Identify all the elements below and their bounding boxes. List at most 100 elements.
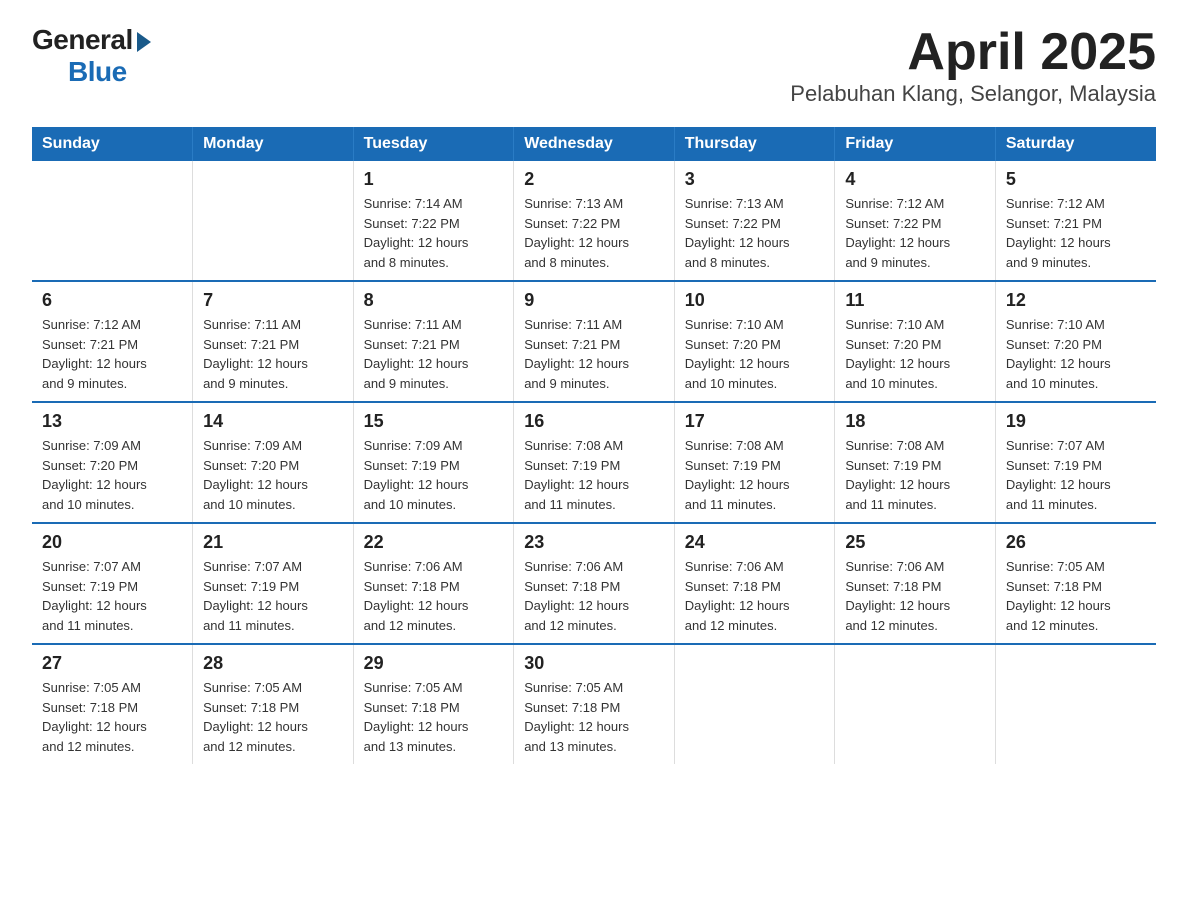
day-cell: 13 Sunrise: 7:09 AMSunset: 7:20 PMDayligh… [32,402,193,523]
column-header-thursday: Thursday [674,127,835,161]
day-info: Sunrise: 7:07 AMSunset: 7:19 PMDaylight:… [1006,436,1146,514]
day-cell: 6Sunrise: 7:12 AMSunset: 7:21 PMDaylight… [32,281,193,402]
day-cell: 11 Sunrise: 7:10 AMSunset: 7:20 PMDayligh… [835,281,996,402]
day-info: Sunrise: 7:11 AMSunset: 7:21 PMDaylight:… [203,315,343,393]
day-cell: 17 Sunrise: 7:08 AMSunset: 7:19 PMDayligh… [674,402,835,523]
day-cell: 1Sunrise: 7:14 AMSunset: 7:22 PMDaylight… [353,161,514,281]
day-info: Sunrise: 7:09 AMSunset: 7:19 PMDaylight:… [364,436,504,514]
day-cell: 7 Sunrise: 7:11 AMSunset: 7:21 PMDaylight… [193,281,354,402]
day-cell: 18 Sunrise: 7:08 AMSunset: 7:19 PMDayligh… [835,402,996,523]
day-cell: 30Sunrise: 7:05 AMSunset: 7:18 PMDayligh… [514,644,675,764]
day-cell: 14 Sunrise: 7:09 AMSunset: 7:20 PMDayligh… [193,402,354,523]
day-info: Sunrise: 7:12 AMSunset: 7:21 PMDaylight:… [1006,194,1146,272]
day-info: Sunrise: 7:08 AMSunset: 7:19 PMDaylight:… [685,436,825,514]
day-number: 16 [524,411,664,432]
column-header-sunday: Sunday [32,127,193,161]
day-info: Sunrise: 7:13 AMSunset: 7:22 PMDaylight:… [685,194,825,272]
day-number: 17 [685,411,825,432]
day-number: 10 [685,290,825,311]
day-info: Sunrise: 7:06 AMSunset: 7:18 PMDaylight:… [524,557,664,635]
day-number: 7 [203,290,343,311]
day-cell: 23 Sunrise: 7:06 AMSunset: 7:18 PMDayligh… [514,523,675,644]
page-subtitle: Pelabuhan Klang, Selangor, Malaysia [790,81,1156,107]
day-info: Sunrise: 7:06 AMSunset: 7:18 PMDaylight:… [364,557,504,635]
day-number: 14 [203,411,343,432]
day-number: 27 [42,653,182,674]
week-row-1: 1Sunrise: 7:14 AMSunset: 7:22 PMDaylight… [32,161,1156,281]
logo: General Blue [32,24,151,88]
day-number: 21 [203,532,343,553]
day-cell: 9 Sunrise: 7:11 AMSunset: 7:21 PMDaylight… [514,281,675,402]
day-cell: 10 Sunrise: 7:10 AMSunset: 7:20 PMDayligh… [674,281,835,402]
column-header-tuesday: Tuesday [353,127,514,161]
day-number: 20 [42,532,182,553]
calendar-header: SundayMondayTuesdayWednesdayThursdayFrid… [32,127,1156,161]
day-info: Sunrise: 7:11 AMSunset: 7:21 PMDaylight:… [364,315,504,393]
day-info: Sunrise: 7:06 AMSunset: 7:18 PMDaylight:… [845,557,985,635]
week-row-4: 20 Sunrise: 7:07 AMSunset: 7:19 PMDayligh… [32,523,1156,644]
day-info: Sunrise: 7:05 AMSunset: 7:18 PMDaylight:… [203,678,343,756]
day-cell: 2 Sunrise: 7:13 AMSunset: 7:22 PMDaylight… [514,161,675,281]
day-cell: 20Sunrise: 7:07 AMSunset: 7:19 PMDayligh… [32,523,193,644]
calendar-body: 1Sunrise: 7:14 AMSunset: 7:22 PMDaylight… [32,161,1156,764]
day-info: Sunrise: 7:10 AMSunset: 7:20 PMDaylight:… [685,315,825,393]
day-number: 2 [524,169,664,190]
day-number: 3 [685,169,825,190]
day-cell: 24 Sunrise: 7:06 AMSunset: 7:18 PMDayligh… [674,523,835,644]
day-cell: 12 Sunrise: 7:10 AMSunset: 7:20 PMDayligh… [995,281,1156,402]
day-number: 12 [1006,290,1146,311]
day-cell: 8 Sunrise: 7:11 AMSunset: 7:21 PMDaylight… [353,281,514,402]
day-info: Sunrise: 7:05 AMSunset: 7:18 PMDaylight:… [1006,557,1146,635]
day-number: 13 [42,411,182,432]
day-cell: 26 Sunrise: 7:05 AMSunset: 7:18 PMDayligh… [995,523,1156,644]
day-cell: 15 Sunrise: 7:09 AMSunset: 7:19 PMDayligh… [353,402,514,523]
day-number: 18 [845,411,985,432]
logo-blue-text: Blue [68,56,127,88]
column-header-wednesday: Wednesday [514,127,675,161]
day-cell: 21 Sunrise: 7:07 AMSunset: 7:19 PMDayligh… [193,523,354,644]
day-cell [835,644,996,764]
day-number: 8 [364,290,504,311]
day-info: Sunrise: 7:12 AMSunset: 7:21 PMDaylight:… [42,315,182,393]
day-number: 11 [845,290,985,311]
day-number: 9 [524,290,664,311]
day-number: 15 [364,411,504,432]
day-cell: 16Sunrise: 7:08 AMSunset: 7:19 PMDayligh… [514,402,675,523]
day-cell: 27Sunrise: 7:05 AMSunset: 7:18 PMDayligh… [32,644,193,764]
day-number: 23 [524,532,664,553]
day-number: 24 [685,532,825,553]
day-info: Sunrise: 7:13 AMSunset: 7:22 PMDaylight:… [524,194,664,272]
week-row-5: 27 Sunrise: 7:05 AMSunset: 7:18 PMDayligh… [32,644,1156,764]
day-info: Sunrise: 7:10 AMSunset: 7:20 PMDaylight:… [845,315,985,393]
day-number: 29 [364,653,504,674]
day-info: Sunrise: 7:10 AMSunset: 7:20 PMDaylight:… [1006,315,1146,393]
day-cell: 22 Sunrise: 7:06 AMSunset: 7:18 PMDayligh… [353,523,514,644]
day-cell: 29 Sunrise: 7:05 AMSunset: 7:18 PMDayligh… [353,644,514,764]
column-header-monday: Monday [193,127,354,161]
day-info: Sunrise: 7:06 AMSunset: 7:18 PMDaylight:… [685,557,825,635]
day-info: Sunrise: 7:05 AMSunset: 7:18 PMDaylight:… [364,678,504,756]
calendar-table: SundayMondayTuesdayWednesdayThursdayFrid… [32,127,1156,764]
day-info: Sunrise: 7:09 AMSunset: 7:20 PMDaylight:… [203,436,343,514]
day-number: 25 [845,532,985,553]
day-cell [995,644,1156,764]
day-number: 22 [364,532,504,553]
day-info: Sunrise: 7:09 AMSunset: 7:20 PMDaylight:… [42,436,182,514]
page-header: General Blue April 2025 Pelabuhan Klang,… [32,24,1156,107]
logo-arrow-icon [137,32,151,52]
column-header-saturday: Saturday [995,127,1156,161]
day-number: 1 [364,169,504,190]
title-block: April 2025 Pelabuhan Klang, Selangor, Ma… [790,24,1156,107]
day-cell [193,161,354,281]
page-title: April 2025 [790,24,1156,81]
day-info: Sunrise: 7:07 AMSunset: 7:19 PMDaylight:… [203,557,343,635]
day-number: 28 [203,653,343,674]
day-info: Sunrise: 7:08 AMSunset: 7:19 PMDaylight:… [845,436,985,514]
day-number: 26 [1006,532,1146,553]
day-info: Sunrise: 7:05 AMSunset: 7:18 PMDaylight:… [524,678,664,756]
day-info: Sunrise: 7:11 AMSunset: 7:21 PMDaylight:… [524,315,664,393]
week-row-2: 6Sunrise: 7:12 AMSunset: 7:21 PMDaylight… [32,281,1156,402]
day-cell: 5Sunrise: 7:12 AMSunset: 7:21 PMDaylight… [995,161,1156,281]
header-row: SundayMondayTuesdayWednesdayThursdayFrid… [32,127,1156,161]
day-number: 4 [845,169,985,190]
